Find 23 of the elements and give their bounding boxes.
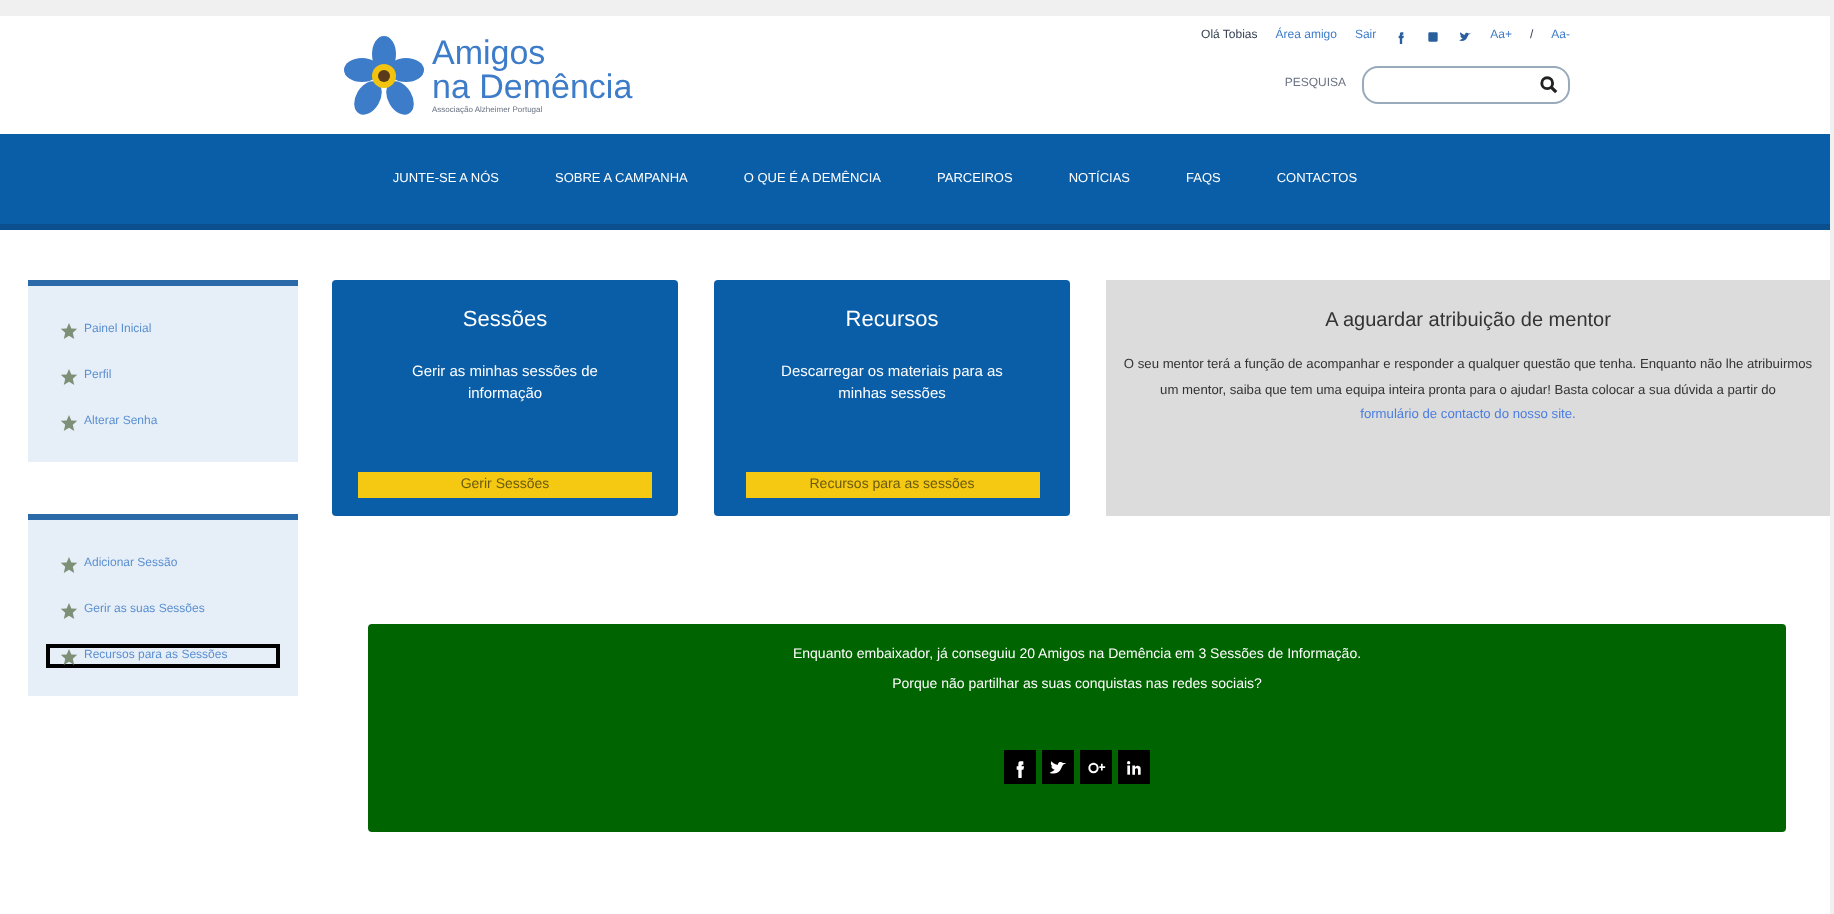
card-title: Recursos — [845, 306, 939, 336]
mentor-title: A aguardar atribuição de mentor — [1325, 308, 1611, 336]
logo-text: Amigos — [432, 36, 548, 70]
star-icon — [60, 321, 78, 339]
search-icon — [1540, 76, 1558, 94]
search-field[interactable] — [1362, 66, 1570, 104]
star-icon — [60, 413, 78, 431]
share-button[interactable] — [1080, 750, 1112, 784]
bird-icon[interactable] — [1458, 30, 1473, 44]
star-icon — [60, 555, 78, 573]
star-icon — [60, 647, 78, 665]
flower-logo-icon — [344, 35, 424, 115]
facebook-icon[interactable] — [1394, 30, 1409, 44]
star-icon — [60, 367, 78, 385]
share-button[interactable] — [1118, 750, 1150, 784]
share-button[interactable] — [1004, 750, 1036, 784]
linkedin-icon — [1124, 757, 1144, 777]
star-icon — [60, 601, 78, 619]
bird-icon — [1048, 757, 1068, 777]
google-plus-icon — [1086, 757, 1106, 777]
card-title: Sessões — [462, 306, 548, 336]
logo-text: na Demência — [432, 70, 633, 104]
share-button[interactable] — [1042, 750, 1074, 784]
